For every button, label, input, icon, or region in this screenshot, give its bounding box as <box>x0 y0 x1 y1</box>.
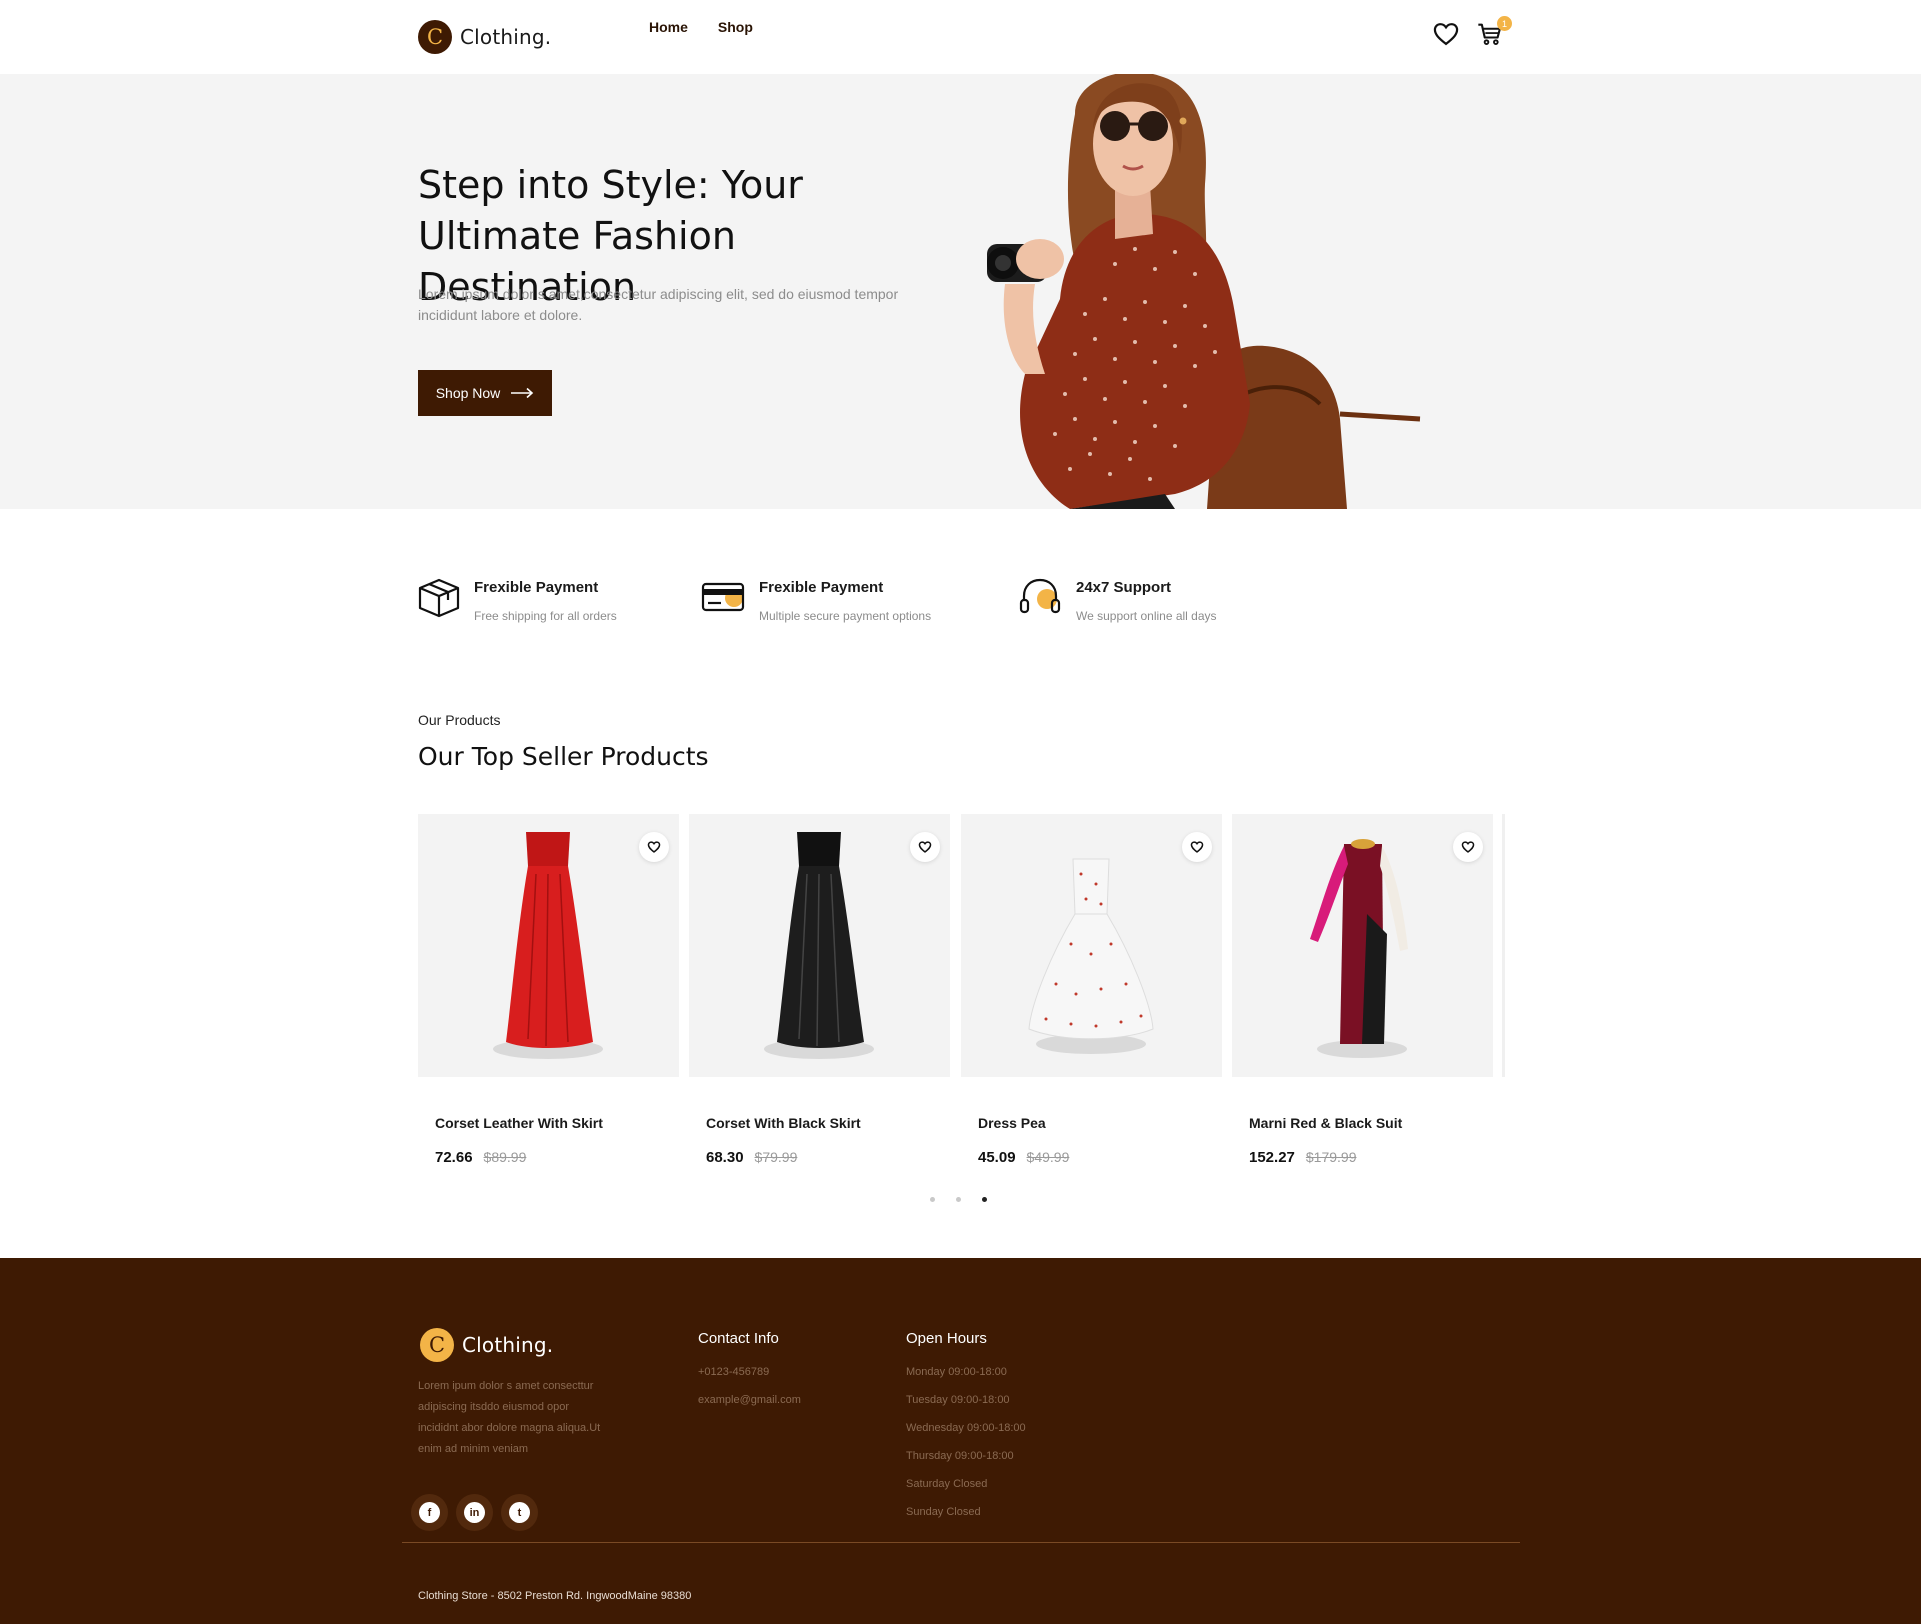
contact-email[interactable]: example@gmail.com <box>698 1386 801 1414</box>
feature-flexible-payment-shipping: Frexible Payment Free shipping for all o… <box>416 574 617 623</box>
feature-subtitle: We support online all days <box>1076 609 1217 623</box>
hours-item: Monday 09:00-18:00 <box>906 1366 1007 1378</box>
product-image[interactable] <box>418 814 679 1077</box>
original-price: $79.99 <box>754 1149 798 1165</box>
linkedin-link[interactable]: in <box>456 1494 493 1531</box>
header-actions: 1 <box>1432 16 1512 48</box>
linkedin-icon: in <box>464 1502 485 1523</box>
wishlist-button[interactable] <box>1453 832 1483 862</box>
heart-icon <box>647 841 661 853</box>
carousel-dot-3[interactable] <box>982 1197 987 1202</box>
site-header: C Clothing. Home Shop 1 <box>0 0 1921 74</box>
cart-icon[interactable]: 1 <box>1476 16 1512 48</box>
contact-info-list: +0123-456789 example@gmail.com <box>698 1358 801 1414</box>
contact-info-title: Contact Info <box>698 1330 779 1347</box>
tumblr-icon: t <box>509 1502 530 1523</box>
logo-mark: C <box>418 20 452 54</box>
product-price: 72.66 $89.99 <box>435 1149 679 1166</box>
feature-flexible-payment-secure: Frexible Payment Multiple secure payment… <box>701 574 931 623</box>
product-card[interactable]: Corset Leather With Skirt 72.66 $89.99 <box>418 814 679 1166</box>
feature-title: Frexible Payment <box>759 579 884 596</box>
carousel-dot-1[interactable] <box>930 1197 935 1202</box>
contact-phone[interactable]: +0123-456789 <box>698 1358 801 1386</box>
product-image[interactable] <box>961 814 1222 1077</box>
current-price: 152.27 <box>1249 1149 1295 1166</box>
open-hours-title: Open Hours <box>906 1330 987 1347</box>
brand-logo[interactable]: C Clothing. <box>418 20 551 54</box>
nav-home[interactable]: Home <box>649 19 688 35</box>
product-name[interactable]: Corset Leather With Skirt <box>435 1115 679 1131</box>
nav-shop[interactable]: Shop <box>718 19 753 35</box>
credit-card-icon <box>701 582 745 612</box>
headset-icon <box>1019 578 1061 614</box>
store-address: Clothing Store - 8502 Preston Rd. Ingwoo… <box>418 1590 692 1602</box>
feature-subtitle: Free shipping for all orders <box>474 609 617 623</box>
current-price: 45.09 <box>978 1149 1016 1166</box>
product-carousel: Corset Leather With Skirt 72.66 $89.99 C… <box>418 814 1504 1174</box>
product-image[interactable] <box>689 814 950 1077</box>
feature-title: Frexible Payment <box>474 579 599 596</box>
hours-item: Tuesday 09:00-18:00 <box>906 1394 1010 1406</box>
facebook-link[interactable]: f <box>411 1494 448 1531</box>
heart-icon <box>918 841 932 853</box>
product-name[interactable]: Marni Red & Black Suit <box>1249 1115 1493 1131</box>
arrow-right-icon <box>511 387 534 399</box>
footer-divider <box>402 1542 1520 1543</box>
wishlist-button[interactable] <box>910 832 940 862</box>
original-price: $89.99 <box>483 1149 527 1165</box>
product-card[interactable]: Corset With Black Skirt 68.30 $79.99 <box>689 814 950 1166</box>
product-card[interactable]: Dress Pea 45.09 $49.99 <box>961 814 1222 1166</box>
open-hours-list: Monday 09:00-18:00 Tuesday 09:00-18:00 W… <box>906 1358 1026 1526</box>
product-price: 68.30 $79.99 <box>706 1149 950 1166</box>
hours-item: Wednesday 09:00-18:00 <box>906 1422 1026 1434</box>
heart-icon <box>1190 841 1204 853</box>
section-title: Our Top Seller Products <box>418 742 709 771</box>
wishlist-button[interactable] <box>639 832 669 862</box>
shop-now-button[interactable]: Shop Now <box>418 370 552 416</box>
product-image[interactable] <box>1232 814 1493 1077</box>
hero-banner: Step into Style: Your Ultimate Fashion D… <box>0 74 1921 509</box>
product-name[interactable]: Dress Pea <box>978 1115 1222 1131</box>
heart-icon[interactable] <box>1432 20 1460 48</box>
hero-description: Lorem ipsum dolor s amet,consectetur adi… <box>418 286 899 323</box>
next-product-card-peek <box>1502 814 1505 1077</box>
product-price: 45.09 $49.99 <box>978 1149 1222 1166</box>
footer-logo[interactable]: C Clothing. <box>420 1328 553 1362</box>
carousel-pagination <box>930 1197 987 1202</box>
feature-support: 24x7 Support We support online all days <box>1018 574 1217 623</box>
box-icon <box>418 578 460 618</box>
social-links: f in t <box>411 1494 538 1531</box>
main-nav: Home Shop <box>649 19 753 35</box>
cart-count-badge: 1 <box>1497 16 1512 31</box>
hero-model-image <box>987 74 1421 509</box>
hours-item: Sunday Closed <box>906 1506 981 1518</box>
facebook-icon: f <box>419 1502 440 1523</box>
section-eyebrow: Our Products <box>418 712 501 728</box>
feature-subtitle: Multiple secure payment options <box>759 609 932 623</box>
tumblr-link[interactable]: t <box>501 1494 538 1531</box>
shop-now-label: Shop Now <box>435 385 501 401</box>
feature-title: 24x7 Support <box>1076 579 1172 596</box>
hours-item: Thursday 09:00-18:00 <box>906 1450 1014 1462</box>
current-price: 68.30 <box>706 1149 744 1166</box>
wishlist-button[interactable] <box>1182 832 1212 862</box>
carousel-dot-2[interactable] <box>956 1197 961 1202</box>
heart-icon <box>1461 841 1475 853</box>
logo-text: Clothing. <box>462 1333 554 1357</box>
site-footer: C Clothing. Lorem ipum dolor s amet cons… <box>0 1258 1921 1624</box>
footer-about-text: Lorem ipum dolor s amet consecttur adipi… <box>418 1380 601 1455</box>
logo-mark: C <box>420 1328 454 1362</box>
product-name[interactable]: Corset With Black Skirt <box>706 1115 950 1131</box>
product-card[interactable]: Marni Red & Black Suit 152.27 $179.99 <box>1232 814 1493 1166</box>
product-price: 152.27 $179.99 <box>1249 1149 1493 1166</box>
hours-item: Saturday Closed <box>906 1478 988 1490</box>
original-price: $49.99 <box>1026 1149 1070 1165</box>
current-price: 72.66 <box>435 1149 473 1166</box>
original-price: $179.99 <box>1305 1149 1357 1165</box>
logo-text: Clothing. <box>460 25 552 49</box>
